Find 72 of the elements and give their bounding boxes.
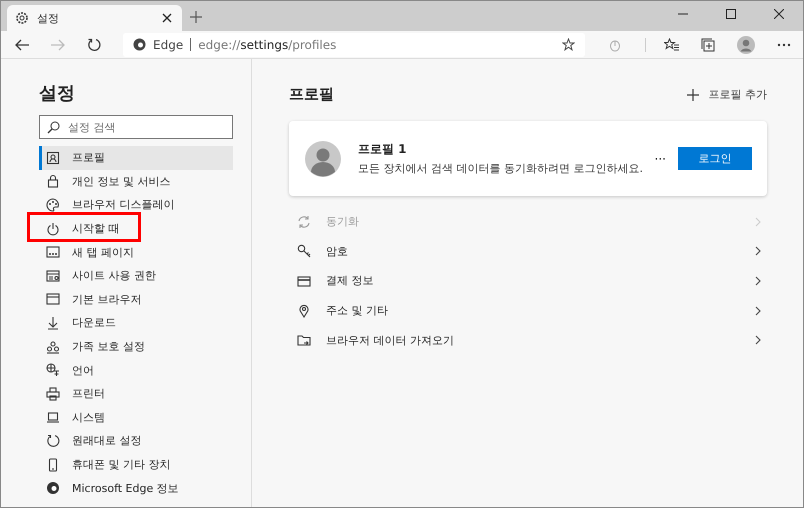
sidebar-item[interactable]: 브라우저 디스플레이 [39,193,233,217]
settings-icon [15,11,29,25]
site-label: Edge [153,38,184,52]
sidebar-title: 설정 [39,82,76,105]
plus-icon [686,88,698,100]
phone-icon [46,458,60,472]
edge-logo-icon [133,38,146,51]
sidebar-item[interactable]: 휴대폰 및 기타 장치 [39,452,233,476]
settings-row[interactable]: 결제 정보 [289,266,767,296]
search-field[interactable]: 설정 검색 [39,115,233,139]
avatar-icon [305,140,341,176]
refresh-icon[interactable] [87,38,101,52]
chevron-icon [755,335,761,346]
site-permissions-icon [46,268,60,283]
profile-icon [46,150,60,165]
card-icon [297,274,311,288]
back-arrow-icon[interactable] [15,38,29,50]
close-icon[interactable] [774,9,784,19]
address-bar[interactable]: Edge edge://settings/profiles [123,32,586,56]
laptop-icon [46,410,60,424]
key-icon [297,244,311,258]
download-icon [46,316,60,330]
sidebar-item[interactable]: Microsoft Edge 정보 [39,476,233,500]
settings-row[interactable]: 주소 및 기타 [289,296,767,326]
sidebar-item[interactable]: 개인 정보 및 서비스 [39,170,233,194]
chevron-icon [755,306,761,316]
new-tab-page-icon [46,245,60,260]
more-button[interactable]: ··· [654,152,666,166]
location-pin-icon [297,304,311,318]
palette-icon [46,198,60,212]
chevron-icon [755,246,761,256]
sidebar-item[interactable]: 언어 [39,358,233,382]
settings-row[interactable]: 암호 [289,236,767,266]
profile-name: 프로필 1 [358,141,408,158]
favorites-icon[interactable] [664,38,679,51]
new-tab-icon[interactable] [190,11,202,23]
sidebar-item[interactable]: 기본 브라우저 [39,288,233,312]
chevron-icon [755,276,761,286]
sync-icon [297,214,311,229]
people-icon [46,340,60,354]
page-title: 프로필 [289,85,334,104]
sidebar-item[interactable]: 시작할 때 [39,216,233,240]
close-icon[interactable] [162,13,172,23]
sidebar-item[interactable]: 사이트 사용 권한 [39,264,233,288]
sidebar-item[interactable]: 시스템 [39,406,233,430]
tab-title: 설정 [37,10,60,26]
collections-icon[interactable] [701,38,715,52]
sidebar-item[interactable]: 프로필 [39,146,233,170]
edge-logo-icon [46,481,60,496]
folder-icon [297,333,311,348]
browser-window-icon [46,292,60,306]
url-text: edge://settings/profiles [198,38,336,52]
maximize-icon[interactable] [726,9,736,19]
sidebar-item[interactable]: 새 탭 페이지 [39,240,233,264]
sidebar-item[interactable]: 프린터 [39,382,233,406]
sidebar-item[interactable]: 원래대로 설정 [39,429,233,453]
profile-description: 모든 장치에서 검색 데이터를 동기화하려면 로그인하세요. [358,161,644,176]
chevron-icon [755,216,761,227]
sidebar-item[interactable]: 다운로드 [39,311,233,335]
sidebar-item[interactable]: 가족 보호 설정 [39,334,233,358]
settings-row[interactable]: 브라우저 데이터 가져오기 [289,325,767,355]
login-button[interactable]: 로그인 [678,147,752,170]
language-icon [46,363,60,378]
printer-icon [46,386,60,401]
reset-icon [46,434,60,448]
star-icon[interactable] [562,38,576,51]
power-icon [46,222,60,236]
avatar-icon[interactable] [737,36,755,54]
browser-tab[interactable]: 설정 [7,5,182,31]
more-icon[interactable] [777,42,791,46]
add-profile-button[interactable]: 프로필 추가 [686,87,767,102]
lock-icon [46,174,60,188]
